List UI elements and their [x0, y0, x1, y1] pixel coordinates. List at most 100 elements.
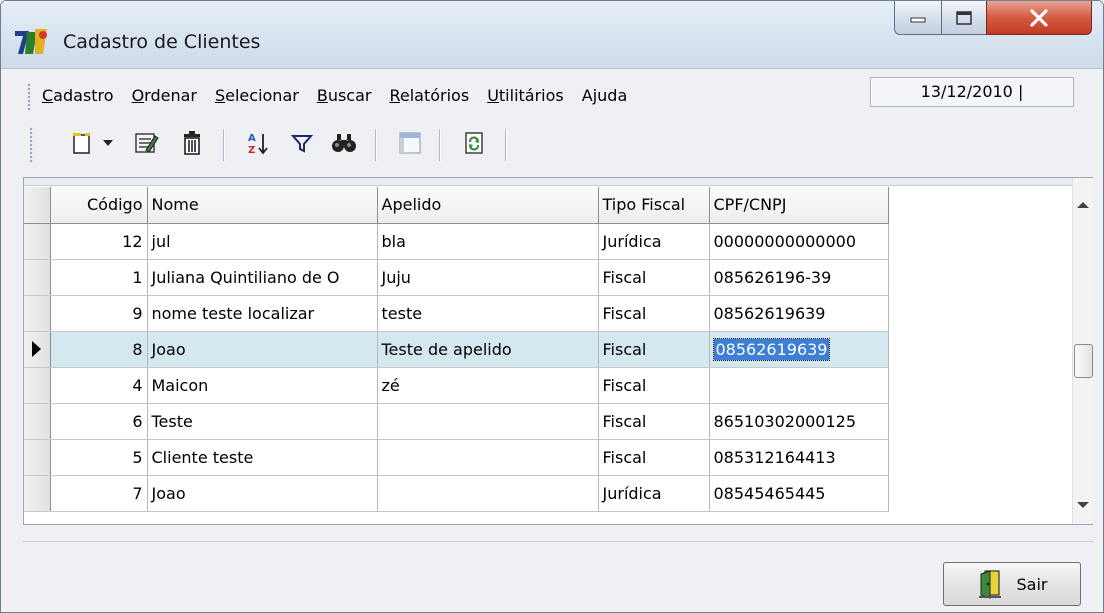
row-indicator[interactable] [24, 439, 51, 476]
cell-tipo-fiscal[interactable]: Fiscal [598, 295, 710, 332]
table-row[interactable]: 4 Maicon zé Fiscal [24, 367, 889, 404]
minimize-button[interactable] [894, 1, 942, 35]
row-indicator[interactable] [24, 475, 51, 512]
menu-selecionar[interactable]: Selecionar [206, 81, 308, 111]
column-header-nome[interactable]: Nome [147, 187, 378, 224]
table-row[interactable]: 9 nome teste localizar teste Fiscal 0856… [24, 295, 889, 332]
row-indicator[interactable] [24, 259, 51, 296]
cell-tipo-fiscal[interactable]: Jurídica [598, 223, 710, 260]
cell-codigo[interactable]: 9 [50, 295, 148, 332]
grid-view-button[interactable] [393, 125, 427, 161]
cell-codigo[interactable]: 1 [50, 259, 148, 296]
row-indicator[interactable] [24, 403, 51, 440]
column-header-cpf-cnpj[interactable]: CPF/CNPJ [709, 187, 889, 224]
cell-apelido[interactable] [377, 475, 599, 512]
clients-table: Código Nome Apelido Tipo Fiscal CPF/CNPJ… [24, 187, 889, 512]
cell-nome[interactable]: Joao [147, 331, 378, 368]
cell-codigo[interactable]: 8 [50, 331, 148, 368]
cell-tipo-fiscal[interactable]: Jurídica [598, 475, 710, 512]
table-row[interactable]: 7 Joao Jurídica 08545465445 [24, 475, 889, 512]
column-header-apelido[interactable]: Apelido [377, 187, 599, 224]
new-record-dropdown[interactable] [97, 125, 119, 161]
maximize-button[interactable] [941, 1, 987, 35]
table-row-selected[interactable]: 8 Joao Teste de apelido Fiscal 085626196… [24, 331, 889, 368]
table-row[interactable]: 12 jul bla Jurídica 00000000000000 [24, 223, 889, 260]
cell-cpf-cnpj[interactable]: 085626196-39 [709, 259, 889, 296]
grid-header-row: Código Nome Apelido Tipo Fiscal CPF/CNPJ [24, 187, 889, 224]
cell-codigo[interactable]: 12 [50, 223, 148, 260]
row-indicator[interactable] [24, 295, 51, 332]
grid-top-strip [24, 178, 1072, 186]
menu-ordenar[interactable]: Ordenar [123, 81, 206, 111]
toolbar-separator [223, 129, 225, 161]
cell-codigo[interactable]: 6 [50, 403, 148, 440]
delete-button[interactable] [175, 125, 209, 161]
toolbar-separator [505, 129, 507, 161]
cell-apelido[interactable]: teste [377, 295, 599, 332]
clients-grid: Código Nome Apelido Tipo Fiscal CPF/CNPJ… [23, 177, 1093, 525]
menu-ajuda[interactable]: Ajuda [573, 81, 637, 111]
title-bar[interactable]: Cadastro de Clientes [1, 1, 1103, 69]
row-indicator[interactable] [24, 331, 51, 368]
column-header-codigo[interactable]: Código [50, 187, 148, 224]
menubar-grip[interactable] [27, 83, 31, 111]
date-display: 13/12/2010 | [870, 77, 1074, 107]
cell-nome[interactable]: nome teste localizar [147, 295, 378, 332]
column-header-tipo-fiscal[interactable]: Tipo Fiscal [598, 187, 710, 224]
cell-tipo-fiscal[interactable]: Fiscal [598, 259, 710, 296]
filter-button[interactable] [285, 125, 319, 161]
cell-apelido[interactable]: bla [377, 223, 599, 260]
edit-record-button[interactable] [129, 125, 163, 161]
menu-cadastro[interactable]: Cadastro [33, 81, 123, 111]
cell-nome[interactable]: Joao [147, 475, 378, 512]
cell-cpf-cnpj[interactable]: 86510302000125 [709, 403, 889, 440]
cell-apelido[interactable]: Juju [377, 259, 599, 296]
scroll-up-arrow-icon[interactable] [1077, 202, 1089, 208]
row-indicator[interactable] [24, 367, 51, 404]
cell-tipo-fiscal[interactable]: Fiscal [598, 403, 710, 440]
new-record-button[interactable] [65, 125, 99, 161]
menu-utilitarios[interactable]: Utilitários [478, 81, 573, 111]
cell-codigo[interactable]: 4 [50, 367, 148, 404]
cell-apelido[interactable] [377, 439, 599, 476]
exit-button[interactable]: Sair [943, 562, 1081, 606]
table-row[interactable]: 5 Cliente teste Fiscal 085312164413 [24, 439, 889, 476]
cell-cpf-cnpj-focused[interactable]: 08562619639 [709, 331, 889, 368]
scrollbar-thumb[interactable] [1074, 344, 1093, 378]
cell-tipo-fiscal[interactable]: Fiscal [598, 331, 710, 368]
table-row[interactable]: 1 Juliana Quintiliano de O Juju Fiscal 0… [24, 259, 889, 296]
grid-view-icon [399, 132, 421, 154]
scroll-down-arrow-icon[interactable] [1077, 502, 1089, 508]
search-button[interactable] [327, 125, 361, 161]
cell-cpf-cnpj[interactable]: 08545465445 [709, 475, 889, 512]
cell-nome[interactable]: Juliana Quintiliano de O [147, 259, 378, 296]
close-button[interactable] [986, 1, 1092, 35]
toolbar: A Z [29, 119, 1093, 171]
menu-buscar[interactable]: Buscar [308, 81, 381, 111]
sort-button[interactable]: A Z [241, 125, 275, 161]
cell-codigo[interactable]: 5 [50, 439, 148, 476]
cell-cpf-cnpj[interactable]: 00000000000000 [709, 223, 889, 260]
cell-apelido[interactable]: zé [377, 367, 599, 404]
table-row[interactable]: 6 Teste Fiscal 86510302000125 [24, 403, 889, 440]
cell-nome[interactable]: Teste [147, 403, 378, 440]
cell-codigo[interactable]: 7 [50, 475, 148, 512]
cell-apelido[interactable] [377, 403, 599, 440]
cell-nome[interactable]: Maicon [147, 367, 378, 404]
cell-nome[interactable]: Cliente teste [147, 439, 378, 476]
cell-apelido[interactable]: Teste de apelido [377, 331, 599, 368]
vertical-scrollbar[interactable] [1072, 178, 1093, 524]
delete-icon [184, 131, 200, 155]
cell-cpf-cnpj[interactable]: 085312164413 [709, 439, 889, 476]
toolbar-grip[interactable] [29, 127, 33, 163]
minimize-icon [910, 17, 926, 22]
cell-cpf-cnpj[interactable]: 08562619639 [709, 295, 889, 332]
refresh-button[interactable] [457, 125, 491, 161]
cell-tipo-fiscal[interactable]: Fiscal [598, 367, 710, 404]
menu-relatorios[interactable]: Relatórios [380, 81, 478, 111]
row-indicator[interactable] [24, 223, 51, 260]
focused-cell-value[interactable]: 08562619639 [712, 337, 831, 361]
cell-cpf-cnpj[interactable] [709, 367, 889, 404]
cell-tipo-fiscal[interactable]: Fiscal [598, 439, 710, 476]
cell-nome[interactable]: jul [147, 223, 378, 260]
